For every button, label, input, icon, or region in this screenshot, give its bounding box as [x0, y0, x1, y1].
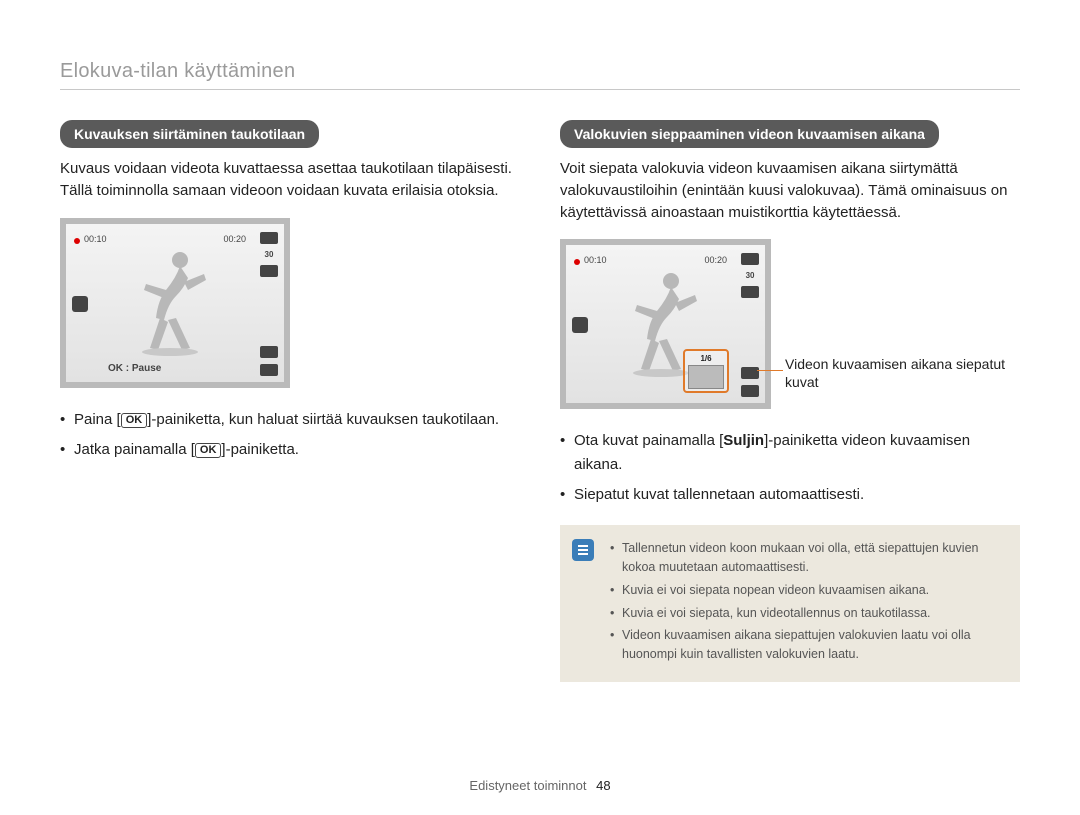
elapsed-time: 00:10	[584, 255, 607, 265]
dancer-silhouette-icon	[136, 248, 214, 358]
note-item: Tallennetun videon koon mukaan voi olla,…	[610, 539, 1006, 577]
battery-icon	[260, 364, 278, 376]
callout-line-icon	[757, 370, 783, 372]
mode-icon	[260, 265, 278, 277]
capture-thumbnail-icon	[688, 365, 724, 389]
page-footer: Edistyneet toiminnot 48	[0, 778, 1080, 793]
elapsed-time: 00:10	[84, 234, 107, 244]
page-number: 48	[596, 778, 610, 793]
left-column: Kuvauksen siirtäminen taukotilaan Kuvaus…	[60, 120, 520, 682]
mode-icon	[741, 286, 759, 298]
right-status-icons: 30	[260, 232, 278, 277]
fps-label: 30	[746, 271, 755, 280]
heading-pause: Kuvauksen siirtäminen taukotilaan	[60, 120, 319, 148]
pause-label: OK : Pause	[108, 363, 161, 374]
record-dot-icon	[74, 238, 80, 244]
note-item: Videon kuvaamisen aikana siepattujen val…	[610, 626, 1006, 664]
fullhd-icon	[260, 232, 278, 244]
callout-label: Videon kuvaamisen aikana siepatut kuvat	[785, 355, 1020, 409]
note-box: Tallennetun videon koon mukaan voi olla,…	[560, 525, 1020, 682]
right-status-icons: 30	[741, 253, 759, 298]
captured-photo-indicator: 1/6	[683, 349, 729, 393]
instructions-left: Paina [OK]-painiketta, kun haluat siirtä…	[60, 408, 520, 462]
footer-section: Edistyneet toiminnot	[469, 778, 586, 793]
list-item: Jatka painamalla [OK]-painiketta.	[60, 438, 520, 462]
record-dot-icon	[574, 259, 580, 265]
capture-count: 1/6	[688, 354, 724, 363]
page-title: Elokuva-tilan käyttäminen	[60, 60, 1020, 90]
intro-right: Voit siepata valokuvia videon kuvaamisen…	[560, 158, 1020, 223]
shutter-label: Suljin	[723, 432, 764, 449]
remaining-time: 00:20	[223, 234, 246, 244]
intro-left: Kuvaus voidaan videota kuvattaessa asett…	[60, 158, 520, 202]
camera-screen-left: 00:10 00:20 30	[60, 218, 290, 388]
note-item: Kuvia ei voi siepata nopean videon kuvaa…	[610, 581, 1006, 600]
list-item: Siepatut kuvat tallennetaan automaattise…	[560, 483, 1020, 507]
fps-label: 30	[265, 250, 274, 259]
right-column: Valokuvien sieppaaminen videon kuvaamise…	[560, 120, 1020, 682]
ois-icon	[72, 296, 88, 312]
ok-button-icon: OK	[195, 443, 222, 458]
note-icon	[572, 539, 594, 561]
instructions-right: Ota kuvat painamalla [Suljin]-painiketta…	[560, 429, 1020, 507]
list-item: Ota kuvat painamalla [Suljin]-painiketta…	[560, 429, 1020, 477]
heading-capture: Valokuvien sieppaaminen videon kuvaamise…	[560, 120, 939, 148]
mic-icon	[260, 346, 278, 358]
ois-icon	[572, 317, 588, 333]
fullhd-icon	[741, 253, 759, 265]
remaining-time: 00:20	[705, 255, 728, 265]
note-item: Kuvia ei voi siepata, kun videotallennus…	[610, 604, 1006, 623]
ok-button-icon: OK	[121, 413, 148, 428]
list-item: Paina [OK]-painiketta, kun haluat siirtä…	[60, 408, 520, 432]
battery-icon	[741, 385, 759, 397]
camera-screen-right: 00:10 00:20 30	[560, 239, 771, 409]
